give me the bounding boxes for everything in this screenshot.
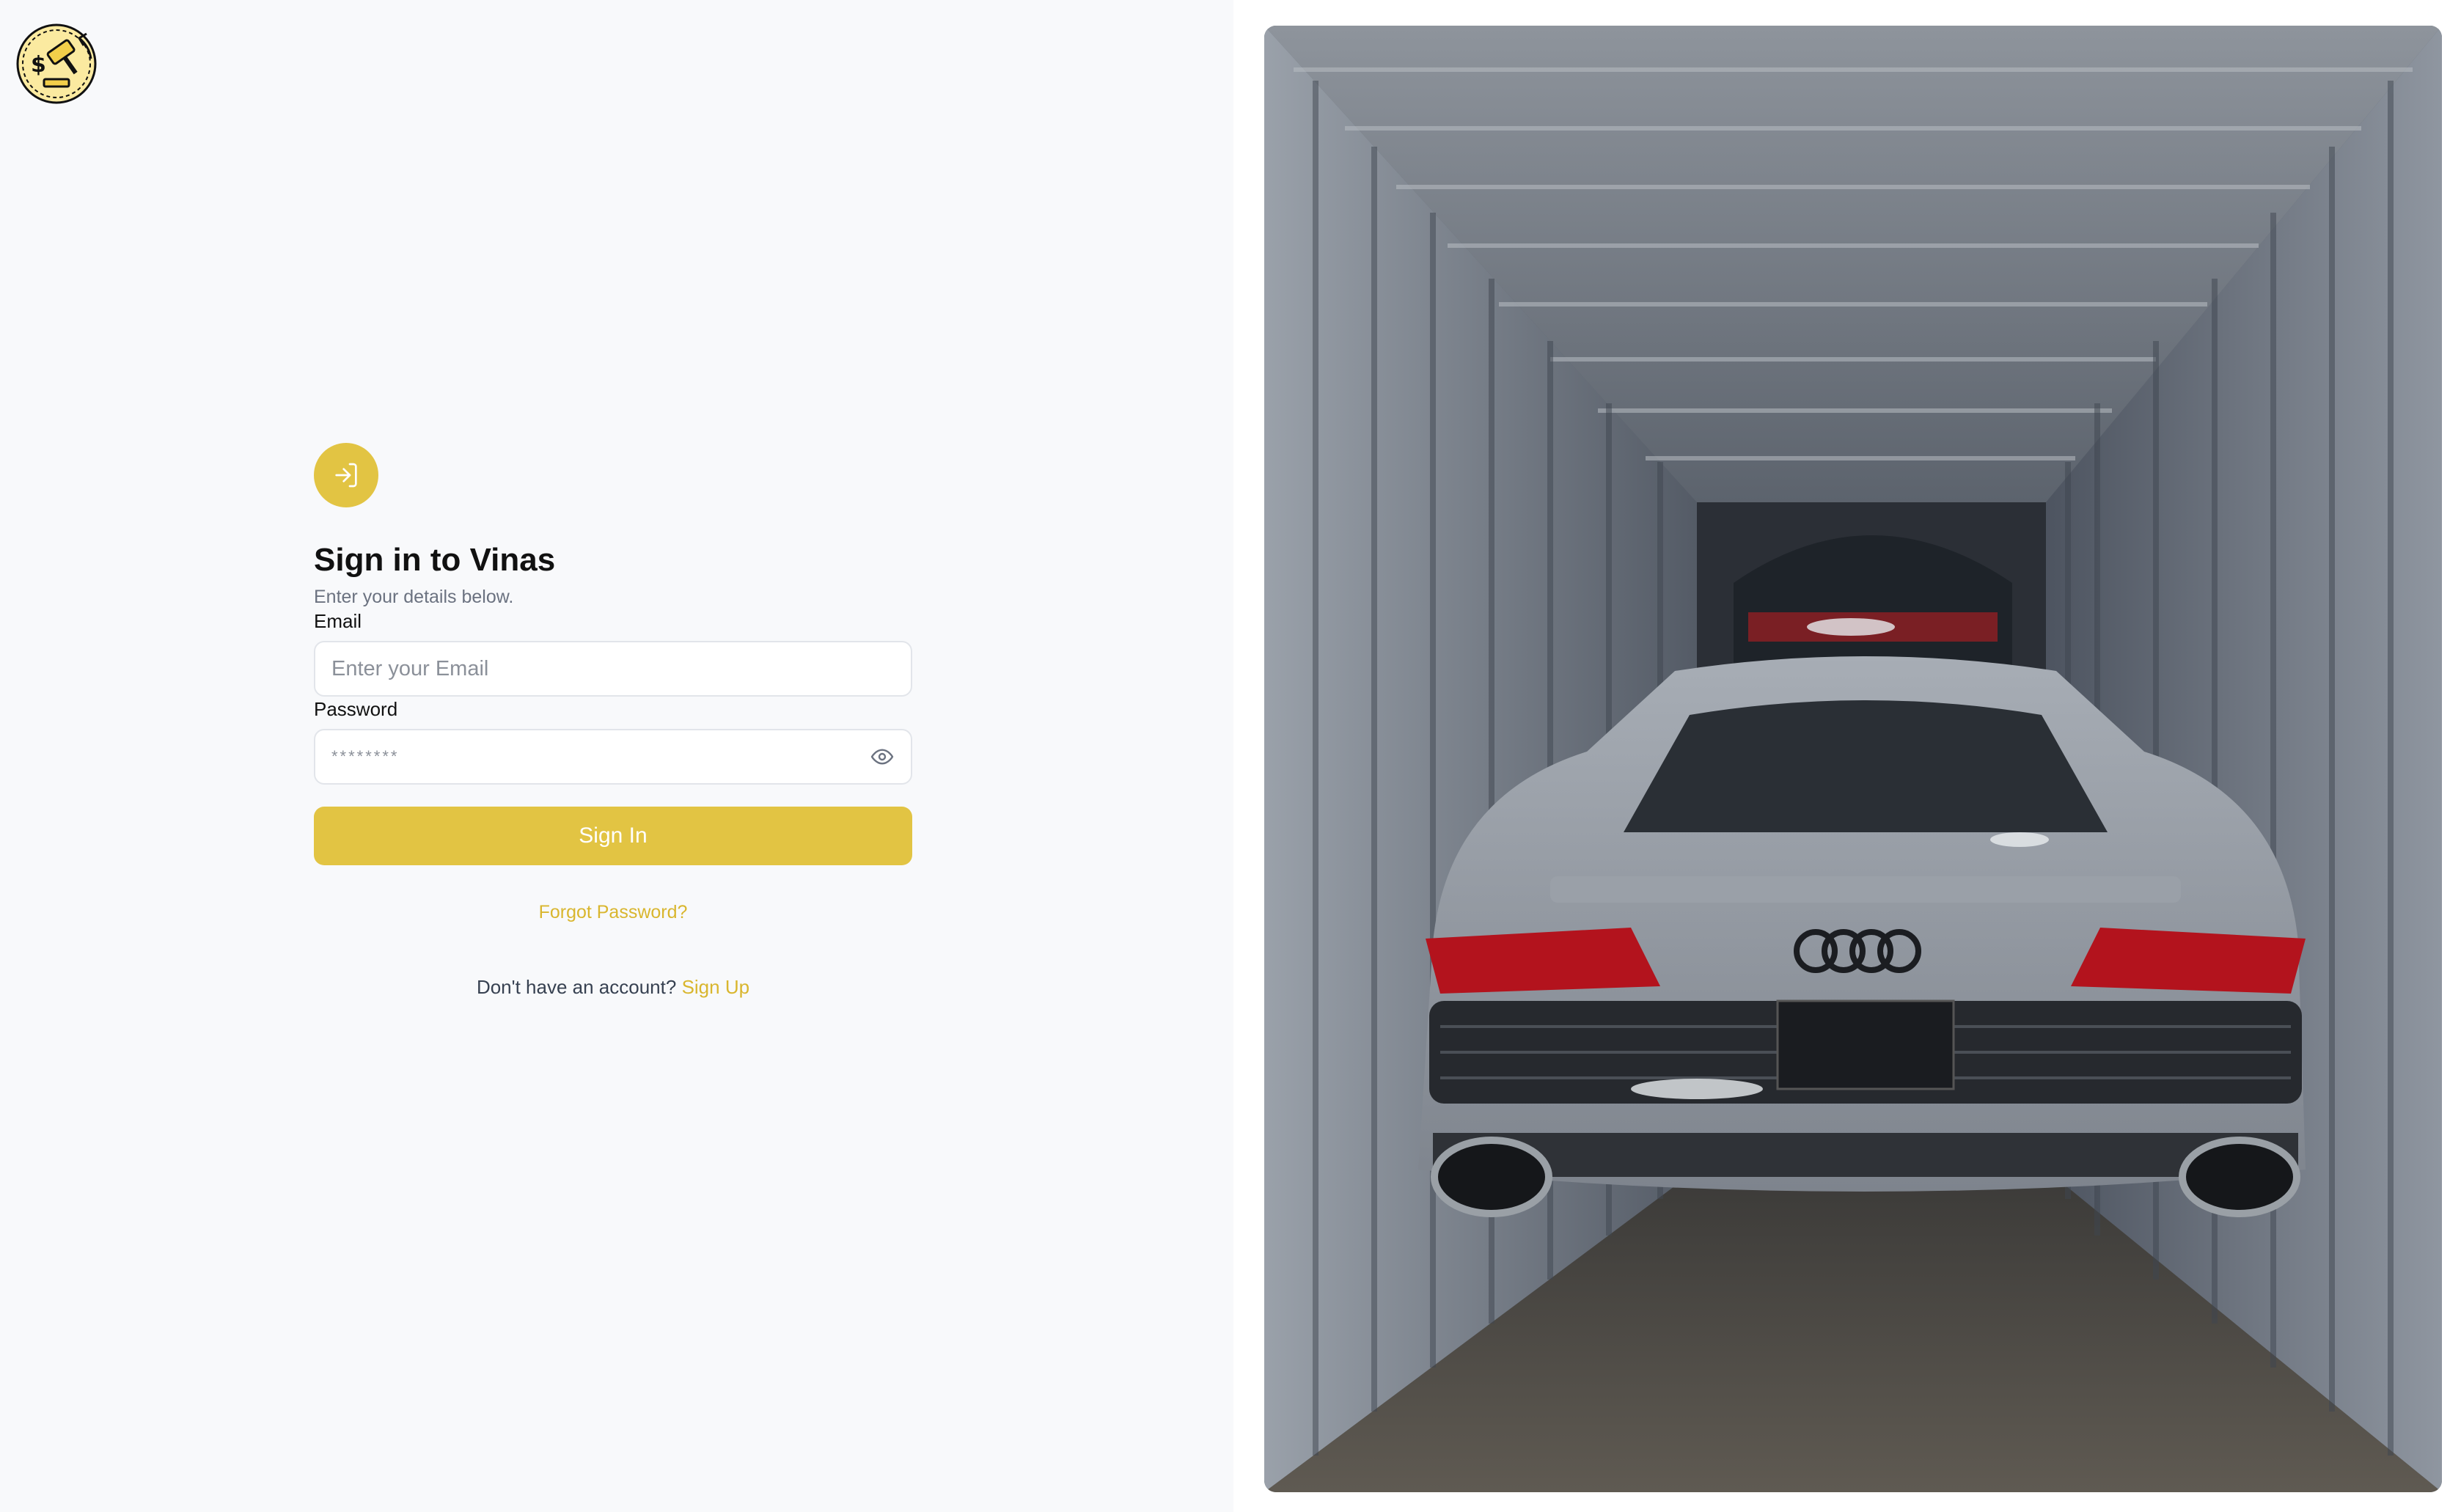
no-account-text: Don't have an account?	[476, 976, 677, 998]
eye-icon[interactable]	[870, 744, 895, 769]
page-subtitle: Enter your details below.	[314, 587, 514, 607]
svg-text:$: $	[31, 52, 46, 78]
sign-up-link[interactable]: Sign Up	[682, 976, 750, 998]
sign-in-button[interactable]: Sign In	[314, 807, 912, 865]
forgot-password-row: Forgot Password?	[314, 902, 912, 923]
email-label: Email	[314, 610, 362, 632]
forgot-password-link[interactable]: Forgot Password?	[539, 902, 688, 922]
email-field-wrapper	[314, 641, 912, 697]
sign-in-arrow-icon	[314, 443, 378, 507]
hero-image	[1264, 26, 2442, 1492]
signin-form: Sign in to Vinas Enter your details belo…	[314, 443, 912, 999]
email-field[interactable]	[331, 656, 895, 681]
password-field-wrapper	[314, 729, 912, 785]
password-field[interactable]	[331, 747, 895, 766]
auction-logo-icon[interactable]: $	[15, 22, 98, 106]
page-title: Sign in to Vinas	[314, 542, 556, 578]
password-label: Password	[314, 698, 398, 720]
signup-prompt: Don't have an account? Sign Up	[314, 976, 912, 999]
signin-page: $ Sign in to Vinas Enter your details be…	[0, 0, 2461, 1512]
signin-panel: $ Sign in to Vinas Enter your details be…	[0, 0, 1233, 1512]
